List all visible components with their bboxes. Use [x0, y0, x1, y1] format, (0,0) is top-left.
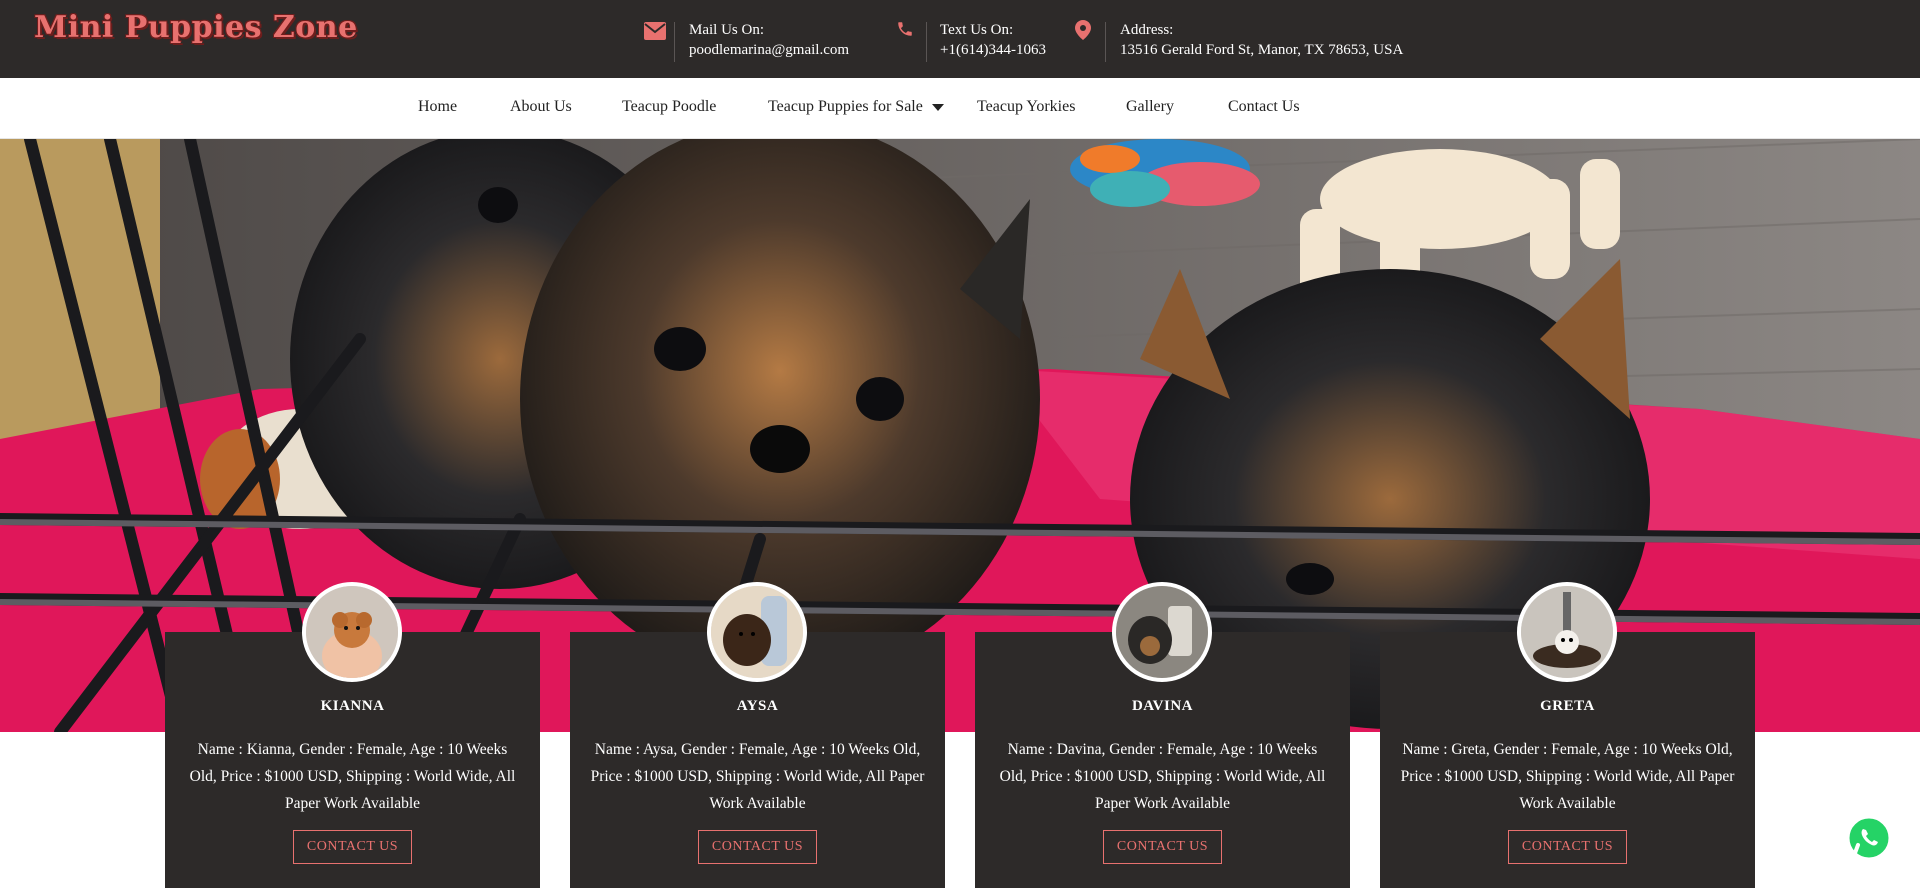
- puppy-avatar: [1517, 582, 1617, 682]
- puppy-description: Name : Kianna, Gender : Female, Age : 10…: [189, 741, 516, 812]
- nav-gallery[interactable]: Gallery: [1126, 98, 1174, 116]
- mail-contact: Mail Us On: poodlemarina@gmail.com: [644, 20, 894, 64]
- mail-label: Mail Us On:: [689, 22, 764, 38]
- puppy-description: Name : Greta, Gender : Female, Age : 10 …: [1400, 741, 1735, 812]
- divider: [674, 22, 675, 62]
- address-label: Address:: [1120, 22, 1174, 38]
- divider: [926, 22, 927, 62]
- envelope-icon: [644, 22, 666, 44]
- divider: [1105, 22, 1106, 62]
- contact-us-button[interactable]: CONTACT US: [1508, 830, 1627, 864]
- puppy-name: AYSA: [736, 698, 779, 714]
- address-value: 13516 Gerald Ford St, Manor, TX 78653, U…: [1120, 42, 1404, 58]
- site-logo[interactable]: Mini Puppies Zone: [34, 10, 358, 45]
- puppy-avatar: [1112, 582, 1212, 682]
- puppy-name: DAVINA: [1131, 698, 1194, 714]
- phone-label: Text Us On:: [940, 22, 1014, 38]
- nav-contact-us[interactable]: Contact Us: [1228, 98, 1300, 116]
- nav-teacup-yorkies[interactable]: Teacup Yorkies: [977, 98, 1075, 116]
- puppy-avatar: [707, 582, 807, 682]
- puppy-description: Name : Aysa, Gender : Female, Age : 10 W…: [590, 741, 925, 812]
- main-nav: Home About Us Teacup Poodle Teacup Puppi…: [0, 78, 1920, 139]
- address-contact: Address: 13516 Gerald Ford St, Manor, TX…: [1075, 20, 1435, 64]
- nav-home[interactable]: Home: [418, 98, 457, 116]
- nav-teacup-puppies-for-sale[interactable]: Teacup Puppies for Sale: [768, 98, 923, 116]
- contact-us-button[interactable]: CONTACT US: [293, 830, 412, 864]
- whatsapp-icon[interactable]: [1846, 815, 1892, 861]
- contact-us-button[interactable]: CONTACT US: [1103, 830, 1222, 864]
- contact-us-button[interactable]: CONTACT US: [698, 830, 817, 864]
- nav-about-us[interactable]: About Us: [510, 98, 572, 116]
- map-pin-icon: [1075, 20, 1097, 42]
- top-bar: Mini Puppies Zone Mail Us On: poodlemari…: [0, 0, 1920, 78]
- puppy-description: Name : Davina, Gender : Female, Age : 10…: [999, 741, 1326, 812]
- mail-value[interactable]: poodlemarina@gmail.com: [689, 42, 849, 59]
- phone-contact: Text Us On: +1(614)344-1063: [896, 20, 1096, 64]
- phone-icon: [896, 20, 918, 42]
- puppy-name: KIANNA: [320, 698, 385, 714]
- nav-teacup-poodle[interactable]: Teacup Poodle: [622, 98, 716, 116]
- chevron-down-icon[interactable]: [932, 104, 944, 111]
- puppy-name: GRETA: [1540, 698, 1595, 714]
- puppy-avatar: [302, 582, 402, 682]
- phone-value[interactable]: +1(614)344-1063: [940, 42, 1046, 59]
